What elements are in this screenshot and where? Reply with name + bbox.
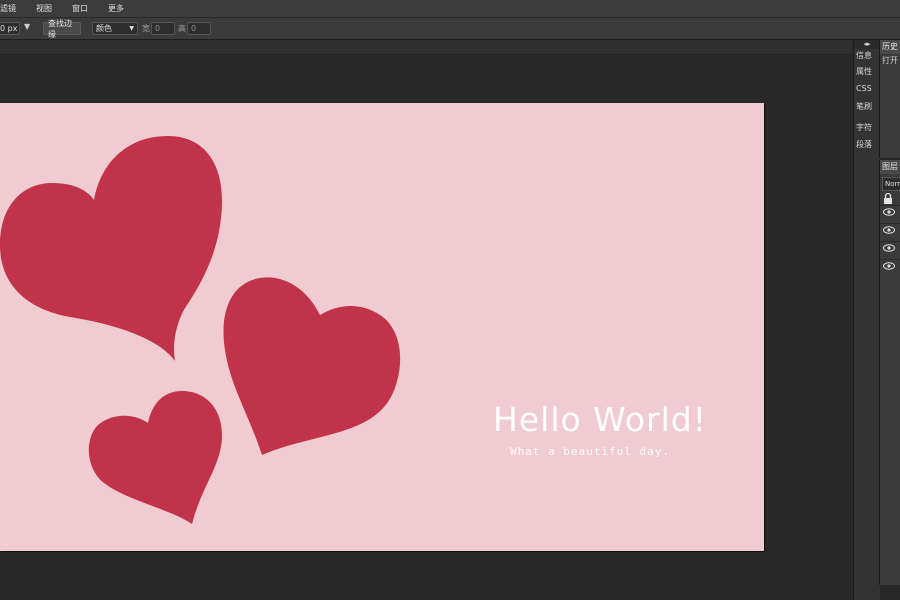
layers-panel: 图层 Normal [879,160,900,585]
width-field[interactable]: 0 [151,22,175,35]
size-unit: px [7,24,18,33]
layer-row[interactable] [880,241,900,259]
caret-down-icon[interactable]: ▼ [24,22,30,31]
find-edges-button[interactable]: 查找边缘 [43,19,81,39]
eye-icon[interactable] [883,262,895,270]
mode-select-value: 颜色 [96,24,112,33]
css-panel-button[interactable]: CSS [856,82,878,96]
eye-icon[interactable] [883,244,895,252]
document-tab-strip [0,40,852,55]
properties-panel-button[interactable]: 属性 [856,65,878,79]
eye-icon[interactable] [883,208,895,216]
chevron-down-icon: ▼ [129,25,134,32]
size-field[interactable]: 0 px [0,22,20,35]
history-item-open[interactable]: 打开 [880,54,900,68]
character-panel-button[interactable]: 字符 [856,121,878,135]
layer-row[interactable] [880,205,900,223]
history-tab[interactable]: 历史 [880,40,900,54]
hello-title: Hello World! [493,400,707,439]
mode-select[interactable]: 颜色 ▼ [92,22,138,35]
height-field[interactable]: 0 [187,22,211,35]
height-label: 高 [178,24,186,33]
medium-heart [223,277,401,455]
hello-subtitle: What a beautiful day. [509,445,671,458]
menu-filter[interactable]: 滤镜 [0,3,16,14]
collapse-panels-icon[interactable]: ◂▸ [854,40,880,49]
menu-bar: 滤镜 视图 窗口 更多 [0,0,900,18]
width-label: 宽 [142,24,150,33]
options-bar: 0 px ▼ 查找边缘 颜色 ▼ 宽 0 高 0 [0,18,900,40]
size-value: 0 [0,24,6,33]
layer-row[interactable] [880,259,900,277]
layers-tab[interactable]: 图层 [880,160,900,174]
lock-icon[interactable] [883,193,893,204]
paragraph-panel-button[interactable]: 段落 [856,138,878,152]
brush-panel-button[interactable]: 笔刷 [856,100,878,114]
menu-more[interactable]: 更多 [108,3,124,14]
blend-mode-select[interactable]: Normal [882,177,900,191]
small-heart [88,391,222,524]
large-heart [0,136,222,361]
menu-window[interactable]: 窗口 [72,3,88,14]
eye-icon[interactable] [883,226,895,234]
hearts-artwork [0,136,401,524]
panel-icon-column: ◂▸ 信息 属性 CSS 笔刷 字符 段落 [853,40,880,600]
history-panel: 历史 打开 [879,40,900,158]
layer-row[interactable] [880,223,900,241]
info-panel-button[interactable]: 信息 [856,49,878,63]
menu-view[interactable]: 视图 [36,3,52,14]
design-canvas[interactable]: Hello World! What a beautiful day. [0,103,764,551]
lock-row [880,191,900,205]
